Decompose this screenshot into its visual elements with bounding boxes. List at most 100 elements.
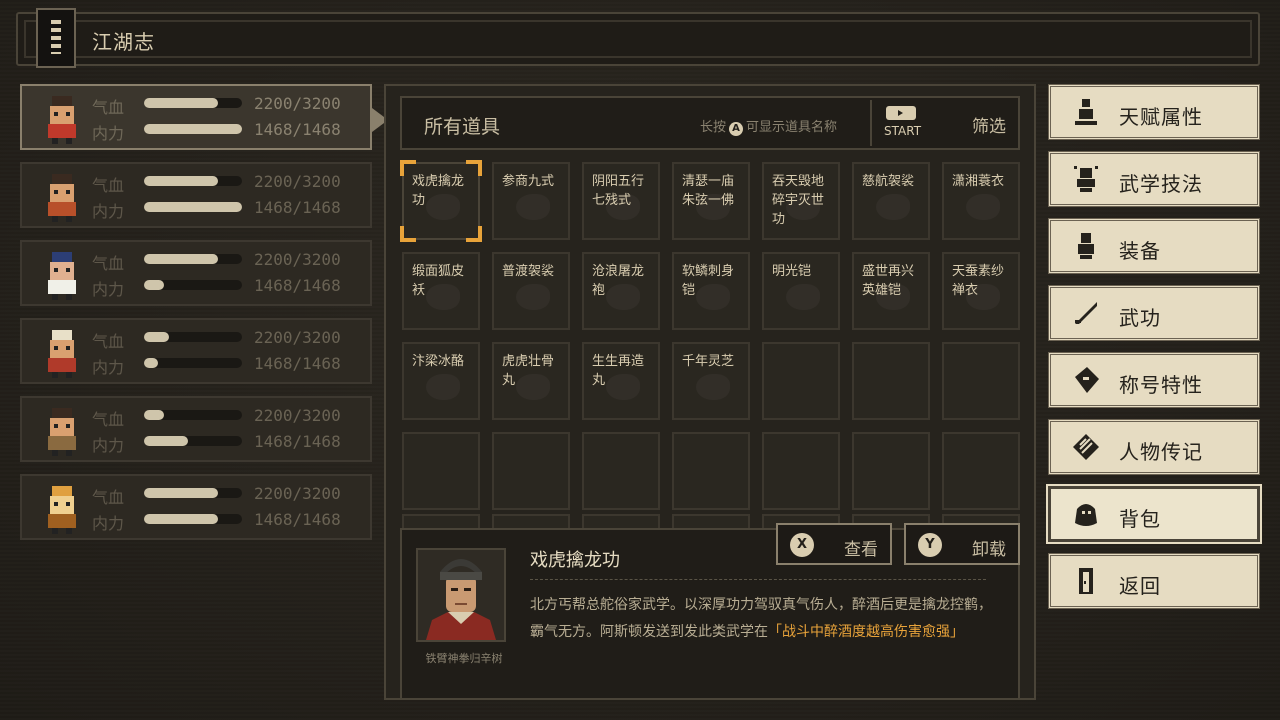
hp-label: 气血 (92, 332, 125, 351)
hp-value: 2200/3200 (254, 484, 341, 503)
inventory-item[interactable]: 千年灵芝 (672, 342, 750, 420)
item-label: 阴阳五行七残式 (592, 174, 645, 208)
inventory-item[interactable]: 天蚕素纱禅衣 (942, 252, 1020, 330)
inventory-item[interactable]: 普渡袈裟 (492, 252, 570, 330)
mp-label: 内力 (92, 280, 125, 299)
item-label: 生生再造丸 (592, 354, 645, 388)
view-button[interactable]: X 查看 (776, 523, 892, 565)
party-member-2[interactable]: 气血 2200/3200 内力 1468/1468 (20, 162, 372, 228)
hp-bar (144, 254, 242, 264)
avatar (48, 330, 76, 378)
inventory-item[interactable]: 沧浪屠龙袍 (582, 252, 660, 330)
hp-label: 气血 (92, 410, 125, 429)
biography-icon (1073, 434, 1099, 460)
item-label: 普渡袈裟 (502, 264, 555, 279)
hp-label: 气血 (92, 176, 125, 195)
inventory-item[interactable]: 清瑟一庙朱弦一佛 (672, 162, 750, 240)
filter-bar: 所有道具 长按 A 可显示道具名称 START 筛选 (400, 96, 1020, 150)
menu-label: 装备 (1119, 239, 1161, 263)
party-member-5[interactable]: 气血 2200/3200 内力 1468/1468 (20, 396, 372, 462)
inventory-slot-empty[interactable] (852, 342, 930, 420)
inventory-slot-empty (582, 514, 660, 528)
hp-value: 2200/3200 (254, 172, 341, 191)
inventory-item[interactable]: 明光铠 (762, 252, 840, 330)
party-member-4[interactable]: 气血 2200/3200 内力 1468/1468 (20, 318, 372, 384)
inventory-slot-empty[interactable] (942, 342, 1020, 420)
inventory-slot-empty[interactable] (582, 432, 660, 510)
avatar (48, 408, 76, 456)
inventory-item-selected[interactable]: 戏虎擒龙功 (400, 160, 482, 242)
menu-biography[interactable]: 人物传记 (1048, 419, 1260, 475)
inventory-item[interactable]: 虎虎壮骨丸 (492, 342, 570, 420)
hp-bar (144, 176, 242, 186)
mp-bar (144, 514, 242, 524)
party-member-1[interactable]: 气血 2200/3200 内力 1468/1468 (20, 84, 372, 150)
menu-equipment[interactable]: 装备 (1048, 218, 1260, 274)
inventory-slot-empty[interactable] (402, 432, 480, 510)
mp-label: 内力 (92, 358, 125, 377)
item-icon (966, 194, 1000, 220)
item-label: 参商九式 (502, 174, 555, 189)
mp-bar (144, 358, 242, 368)
sword-icon (1075, 302, 1097, 324)
hp-bar (144, 488, 242, 498)
item-description: 北方丐帮总舵俗家武学。以深厚功力驾驭真气伤人，醉酒后更是擒龙控鹤，霸气无方。阿斯… (530, 597, 992, 640)
hold-hint: 长按 A 可显示道具名称 (700, 120, 838, 136)
party-member-6[interactable]: 气血 2200/3200 内力 1468/1468 (20, 474, 372, 540)
item-icon (876, 194, 910, 220)
door-icon (1079, 568, 1093, 594)
inventory-slot-empty[interactable] (762, 432, 840, 510)
unequip-button[interactable]: Y 卸载 (904, 523, 1020, 565)
item-icon (696, 374, 730, 400)
bag-icon (1075, 504, 1097, 526)
mp-bar (144, 124, 242, 134)
menu-character[interactable]: 天赋属性 (1048, 84, 1260, 140)
menu-door[interactable]: 返回 (1048, 553, 1260, 609)
character-portrait (416, 548, 506, 642)
inventory-item[interactable]: 吞天毁地碎宇灭世功 (762, 162, 840, 240)
mp-bar (144, 280, 242, 290)
item-label: 缎面狐皮袄 (412, 264, 465, 298)
item-label: 潇湘蓑衣 (952, 174, 1005, 189)
character-icon (1075, 99, 1097, 125)
filter-button[interactable]: START 筛选 (870, 100, 1018, 146)
inventory-item[interactable]: 参商九式 (492, 162, 570, 240)
inventory-slot-empty[interactable] (762, 342, 840, 420)
menu-label: 称号特性 (1119, 373, 1203, 397)
mp-value: 1468/1468 (254, 198, 341, 217)
inventory-item[interactable]: 潇湘蓑衣 (942, 162, 1020, 240)
hp-bar (144, 98, 242, 108)
inventory-slot-empty[interactable] (672, 432, 750, 510)
menu-label: 武学技法 (1119, 172, 1203, 196)
inventory-item[interactable]: 生生再造丸 (582, 342, 660, 420)
menu-sword[interactable]: 武功 (1048, 285, 1260, 341)
equipment-icon (1078, 233, 1094, 259)
hp-value: 2200/3200 (254, 328, 341, 347)
inventory-item[interactable]: 软鳞刺身铠 (672, 252, 750, 330)
mp-value: 1468/1468 (254, 354, 341, 373)
menu-title-tag[interactable]: 称号特性 (1048, 352, 1260, 408)
item-label: 清瑟一庙朱弦一佛 (682, 174, 735, 208)
header-bar (16, 12, 1260, 66)
inventory-slot-empty (402, 514, 480, 528)
item-icon (516, 194, 550, 220)
party-member-3[interactable]: 气血 2200/3200 内力 1468/1468 (20, 240, 372, 306)
menu-bag[interactable]: 背包 (1048, 486, 1260, 542)
inventory-slot-empty[interactable] (942, 432, 1020, 510)
inventory-item[interactable]: 慈航袈裟 (852, 162, 930, 240)
menu-martial-skill[interactable]: 武学技法 (1048, 151, 1260, 207)
item-label: 天蚕素纱禅衣 (952, 264, 1005, 298)
martial-skill-icon (1074, 166, 1098, 192)
start-button-icon (886, 106, 916, 120)
filter-button-label: 筛选 (972, 117, 1006, 137)
item-label: 虎虎壮骨丸 (502, 354, 555, 388)
inventory-item[interactable]: 汴梁冰酪 (402, 342, 480, 420)
inventory-item[interactable]: 阴阳五行七残式 (582, 162, 660, 240)
menu-label: 返回 (1119, 574, 1161, 598)
inventory-item[interactable]: 盛世再兴英雄铠 (852, 252, 930, 330)
inventory-slot-empty[interactable] (852, 432, 930, 510)
inventory-item[interactable]: 缎面狐皮袄 (402, 252, 480, 330)
inventory-slot-empty[interactable] (492, 432, 570, 510)
book-icon (36, 8, 76, 68)
mp-label: 内力 (92, 202, 125, 221)
